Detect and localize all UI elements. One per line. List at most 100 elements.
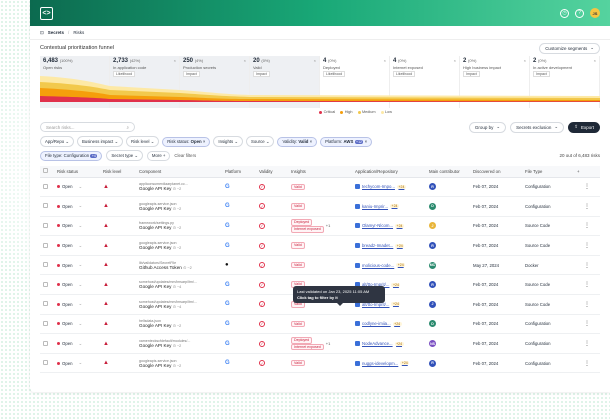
- logo-icon[interactable]: <>: [40, 6, 53, 20]
- validity-icon[interactable]: ✓: [259, 320, 265, 327]
- insight-tag[interactable]: Valid: [291, 261, 305, 269]
- repo-link[interactable]: techycom-Impo...: [362, 184, 395, 189]
- table-row[interactable]: Open ⌄ ▲ appliconsumerdiaarplanet.cc... Go…: [40, 177, 600, 198]
- chevron-down-icon[interactable]: ⌄: [79, 243, 83, 249]
- contributor-avatar[interactable]: R: [429, 183, 436, 191]
- insight-tag[interactable]: Deployed: [291, 219, 313, 226]
- filter-chip[interactable]: Validity: Valid ×: [277, 136, 318, 147]
- insights-more[interactable]: +1: [326, 223, 331, 228]
- insight-tag[interactable]: Valid: [291, 242, 305, 249]
- chevron-down-icon[interactable]: ⌄: [79, 223, 83, 229]
- row-checkbox[interactable]: [43, 320, 48, 326]
- column-header[interactable]: Validity: [256, 166, 288, 178]
- repo-link[interactable]: breadz-Imadet...: [362, 243, 393, 248]
- customize-segments-button[interactable]: Customize segments ⌄: [539, 42, 600, 54]
- row-menu-icon[interactable]: ⋮: [574, 333, 600, 354]
- validity-icon[interactable]: ✓: [259, 301, 265, 308]
- export-button[interactable]: ⇪ Export: [568, 121, 600, 133]
- contributor-avatar[interactable]: R: [429, 359, 436, 367]
- component-title[interactable]: Google API Key: [139, 186, 171, 191]
- column-header[interactable]: +: [574, 166, 600, 178]
- insight-tag[interactable]: Deployed: [291, 336, 313, 344]
- validity-icon[interactable]: ✓: [259, 360, 265, 367]
- table-row[interactable]: Open ⌄ ▲ lib/validators/SecretFile Github …: [40, 255, 600, 276]
- close-icon[interactable]: ×: [203, 139, 206, 144]
- repo-link[interactable]: Olamyr-Nlcom...: [362, 223, 393, 228]
- component-title[interactable]: Google API Key: [139, 363, 171, 368]
- contributor-avatar[interactable]: D: [429, 202, 436, 210]
- contributor-avatar[interactable]: J: [429, 222, 436, 230]
- insight-tag[interactable]: Internet exposed: [291, 343, 324, 351]
- validity-icon[interactable]: ✓: [259, 340, 265, 347]
- contributor-avatar[interactable]: NS: [429, 340, 436, 348]
- component-title[interactable]: Google API Key: [139, 206, 171, 211]
- filter-chip[interactable]: Business impact ⌄: [76, 136, 124, 147]
- select-all-checkbox[interactable]: [43, 168, 48, 174]
- component-title[interactable]: Github Access Token: [139, 265, 182, 270]
- contributor-avatar[interactable]: MC: [429, 261, 436, 269]
- validity-icon[interactable]: ✓: [259, 281, 265, 288]
- validity-icon[interactable]: ✓: [259, 222, 265, 229]
- column-header[interactable]: Component: [136, 166, 222, 178]
- help-icon[interactable]: ?: [575, 8, 584, 18]
- chevron-down-icon[interactable]: ⌄: [79, 321, 83, 327]
- validity-icon[interactable]: ✓: [259, 183, 265, 190]
- row-menu-icon[interactable]: ⋮: [574, 255, 600, 276]
- table-row[interactable]: Open ⌄ ▲ framework/settings.py Google API …: [40, 216, 600, 237]
- close-icon[interactable]: ×: [244, 58, 246, 63]
- table-row[interactable]: Open ⌄ ▲ googleapis-service.json Google AP…: [40, 353, 600, 374]
- component-title[interactable]: Google API Key: [139, 245, 171, 250]
- row-menu-icon[interactable]: ⋮: [574, 235, 600, 256]
- file-type-filter[interactable]: File type: Configuration +4: [40, 150, 103, 161]
- row-menu-icon[interactable]: ⋮: [574, 216, 600, 237]
- row-checkbox[interactable]: [43, 183, 48, 189]
- filter-chip[interactable]: App/Repo ⌄: [40, 136, 74, 147]
- close-icon[interactable]: ×: [314, 58, 316, 63]
- secret-type-filter[interactable]: Secret type ⌄: [106, 150, 143, 161]
- validity-icon[interactable]: ✓: [259, 242, 265, 249]
- column-header[interactable]: [40, 166, 54, 178]
- repo-link[interactable]: molicious-code...: [362, 263, 394, 268]
- group-by-button[interactable]: Group by ⌄: [468, 121, 507, 133]
- filter-chip[interactable]: Insights ⌄: [213, 136, 243, 147]
- table-row[interactable]: Open ⌄ ▲ hellsdata.json Google API Key ⊙ ~…: [40, 314, 600, 335]
- chevron-down-icon[interactable]: ⌄: [79, 203, 83, 209]
- validity-icon[interactable]: ✓: [259, 262, 265, 269]
- close-icon[interactable]: ×: [594, 58, 596, 63]
- row-checkbox[interactable]: [43, 222, 48, 228]
- filter-chip[interactable]: Source ⌄: [246, 136, 275, 147]
- contributor-avatar[interactable]: D: [429, 320, 436, 328]
- row-checkbox[interactable]: [43, 242, 48, 248]
- row-menu-icon[interactable]: ⋮: [574, 353, 600, 374]
- column-header[interactable]: Main contributor: [426, 166, 470, 178]
- row-menu-icon[interactable]: ⋮: [574, 274, 600, 296]
- clear-filters-link[interactable]: Clear filters: [174, 153, 196, 158]
- chevron-down-icon[interactable]: ⌄: [79, 360, 83, 366]
- insights-more[interactable]: +1: [326, 341, 331, 346]
- secrets-exclusion-button[interactable]: Secrets exclusion ⌄: [510, 121, 565, 133]
- breadcrumb-root[interactable]: Secrets: [48, 30, 64, 35]
- component-title[interactable]: Google API Key: [139, 225, 171, 230]
- avatar[interactable]: JS: [590, 8, 600, 18]
- row-checkbox[interactable]: [43, 360, 48, 366]
- chevron-down-icon[interactable]: ⌄: [79, 301, 83, 307]
- component-title[interactable]: Google API Key: [139, 323, 171, 328]
- row-menu-icon[interactable]: ⋮: [574, 314, 600, 335]
- insight-tag[interactable]: Internet exposed: [291, 225, 324, 233]
- search-input[interactable]: Search risks... ⌕: [40, 122, 135, 132]
- close-icon[interactable]: ×: [310, 139, 313, 144]
- chevron-down-icon[interactable]: ⌄: [79, 184, 83, 190]
- component-title[interactable]: Google API Key: [139, 304, 171, 309]
- chevron-down-icon[interactable]: ⌄: [79, 341, 83, 347]
- table-row[interactable]: Open ⌄ ▲ googleapis-service.json Google AP…: [40, 196, 600, 217]
- validity-icon[interactable]: ✓: [259, 203, 265, 210]
- row-checkbox[interactable]: [43, 340, 48, 346]
- row-checkbox[interactable]: [43, 301, 48, 307]
- row-checkbox[interactable]: [43, 262, 48, 268]
- clock-icon[interactable]: ◷: [560, 8, 569, 18]
- component-title[interactable]: Google API Key: [139, 284, 171, 289]
- chevron-down-icon[interactable]: ⌄: [79, 282, 83, 288]
- close-icon[interactable]: ×: [365, 139, 368, 144]
- filter-chip[interactable]: Platform: AWS +12 ×: [320, 136, 373, 147]
- column-header[interactable]: Risk status: [54, 166, 100, 178]
